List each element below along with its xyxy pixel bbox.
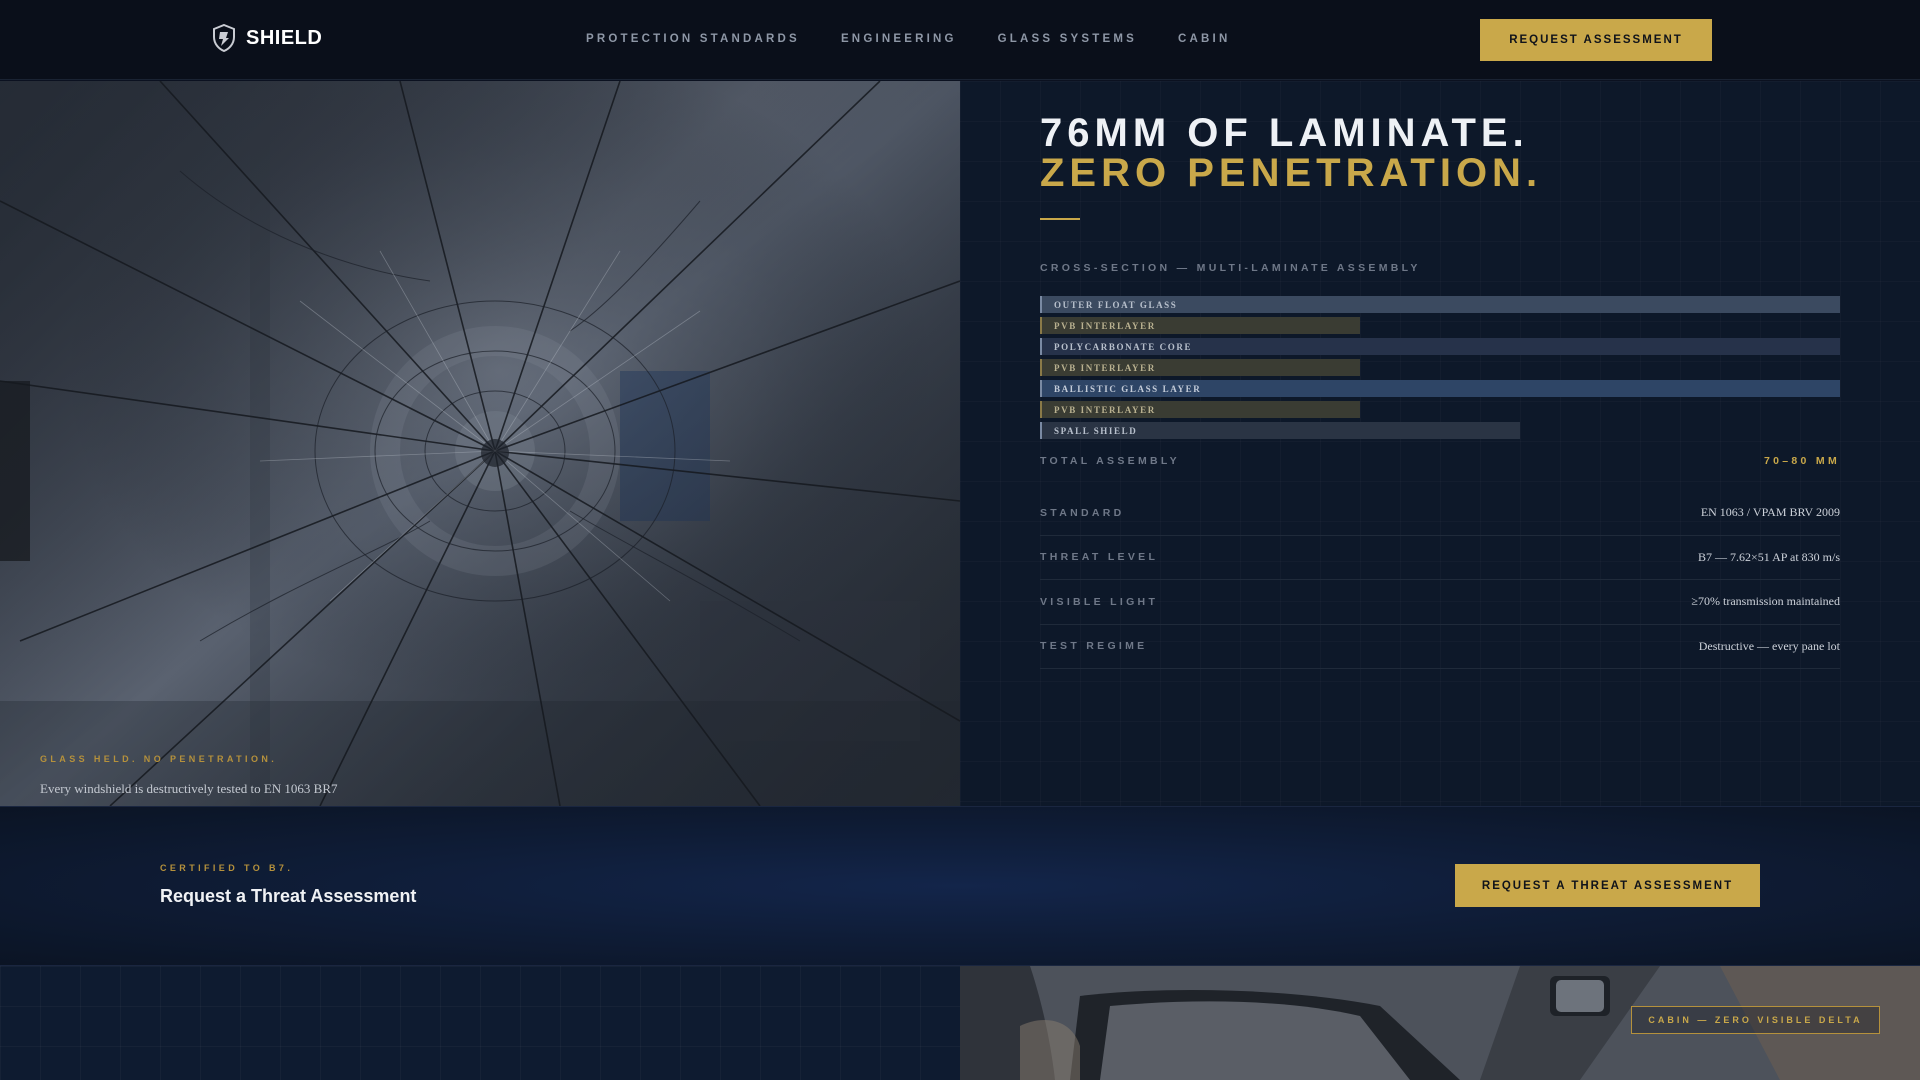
- spec-key: VISIBLE LIGHT: [1040, 595, 1159, 608]
- spec-row: VISIBLE LIGHT ≥70% transmission maintain…: [1040, 580, 1840, 625]
- assessment-cta-band: CERTIFIED TO B7. Request a Threat Assess…: [0, 806, 1920, 966]
- main-nav: PROTECTION STANDARDS ENGINEERING GLASS S…: [586, 33, 1230, 45]
- spec-value: EN 1063 / VPAM BRV 2009: [1700, 505, 1840, 520]
- panel-headline: 76MM OF LAMINATE. ZERO PENETRATION.: [1040, 113, 1542, 193]
- glass-fracture-graphic: [0, 81, 960, 806]
- spec-row: STANDARD EN 1063 / VPAM BRV 2009: [1040, 491, 1840, 536]
- spec-key: TEST REGIME: [1040, 640, 1148, 653]
- cabin-badge: CABIN — ZERO VISIBLE DELTA: [1631, 1006, 1880, 1034]
- hero-eyebrow: GLASS HELD. NO PENETRATION.: [40, 754, 278, 764]
- spec-value: B7 — 7.62×51 AP at 830 m/s: [1697, 549, 1840, 564]
- shattered-windshield-photo: GLASS HELD. NO PENETRATION. Every windsh…: [0, 81, 960, 806]
- band-eyebrow: CERTIFIED TO B7.: [160, 863, 294, 873]
- spec-value: Destructive — every pane lot: [1698, 638, 1840, 653]
- shield-logo-icon: [212, 23, 236, 53]
- brand-logo[interactable]: SHIELD: [212, 23, 323, 53]
- spec-table: STANDARD EN 1063 / VPAM BRV 2009 THREAT …: [1040, 491, 1840, 669]
- request-threat-assessment-button[interactable]: REQUEST A THREAT ASSESSMENT: [1455, 864, 1760, 907]
- band-title: Request a Threat Assessment: [160, 886, 417, 906]
- layer-pvb-interlayer: PVB INTERLAYER: [1040, 401, 1360, 418]
- layer-pvb-interlayer: PVB INTERLAYER: [1040, 317, 1360, 334]
- nav-link-engineering[interactable]: ENGINEERING: [841, 33, 957, 45]
- spec-row: TEST REGIME Destructive — every pane lot: [1040, 625, 1840, 669]
- nav-link-protection-standards[interactable]: PROTECTION STANDARDS: [586, 33, 800, 45]
- brand-name: SHIELD: [246, 26, 323, 49]
- layer-spall-shield: SPALL SHIELD: [1040, 422, 1520, 439]
- hero-caption: GLASS HELD. NO PENETRATION. Every windsh…: [40, 754, 370, 806]
- total-assembly-value: 70–80 MM: [1763, 455, 1840, 467]
- layer-pvb-interlayer: PVB INTERLAYER: [1040, 359, 1360, 376]
- request-assessment-button[interactable]: REQUEST ASSESSMENT: [1480, 19, 1712, 61]
- spec-value: ≥70% transmission maintained: [1691, 594, 1840, 609]
- spec-row: THREAT LEVEL B7 — 7.62×51 AP at 830 m/s: [1040, 536, 1840, 580]
- laminate-layer-stack: OUTER FLOAT GLASS PVB INTERLAYER POLYCAR…: [1040, 296, 1840, 443]
- accent-divider: [1040, 218, 1080, 220]
- bottom-grid-panel: [0, 966, 960, 1080]
- cross-section-title: CROSS-SECTION — MULTI-LAMINATE ASSEMBLY: [1040, 262, 1421, 274]
- nav-link-cabin[interactable]: CABIN: [1178, 33, 1230, 45]
- laminate-spec-panel: 76MM OF LAMINATE. ZERO PENETRATION. CROS…: [960, 81, 1920, 806]
- spec-key: THREAT LEVEL: [1040, 551, 1159, 564]
- spec-key: STANDARD: [1040, 506, 1125, 519]
- headline-line-2: ZERO PENETRATION.: [1040, 151, 1543, 195]
- layer-outer-float-glass: OUTER FLOAT GLASS: [1040, 296, 1840, 313]
- layer-ballistic-glass: BALLISTIC GLASS LAYER: [1040, 380, 1840, 397]
- hero-body-text: Every windshield is destructively tested…: [40, 781, 366, 806]
- headline-line-1: 76MM OF LAMINATE.: [1040, 111, 1529, 155]
- total-assembly-label: TOTAL ASSEMBLY: [1040, 455, 1180, 467]
- top-nav: SHIELD PROTECTION STANDARDS ENGINEERING …: [0, 0, 1920, 80]
- nav-link-glass-systems[interactable]: GLASS SYSTEMS: [998, 33, 1137, 45]
- total-assembly-row: TOTAL ASSEMBLY 70–80 MM: [1040, 455, 1840, 467]
- layer-polycarbonate-core: POLYCARBONATE CORE: [1040, 338, 1840, 355]
